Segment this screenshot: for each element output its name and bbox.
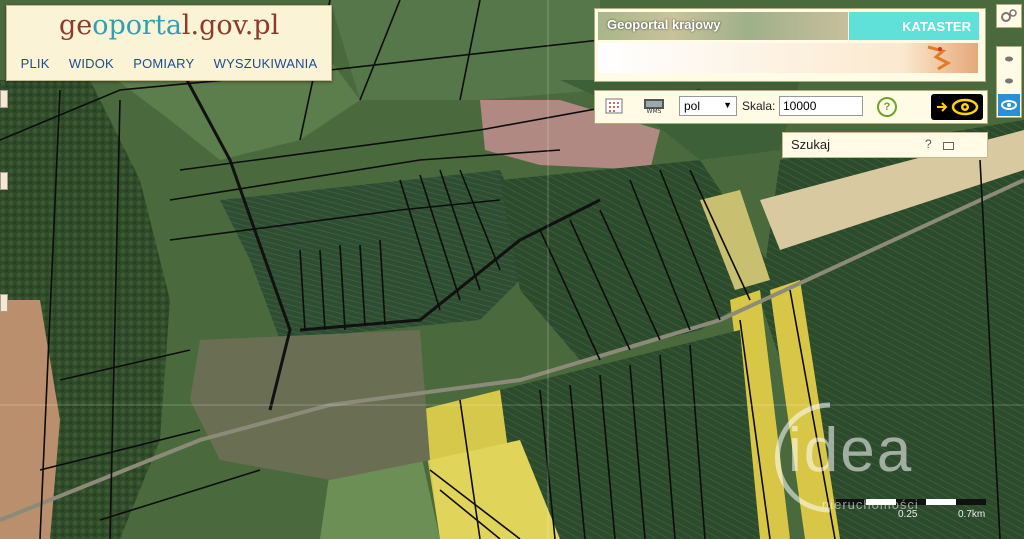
logo[interactable]: geoportal.gov.pl bbox=[59, 10, 279, 41]
pan-left-top[interactable] bbox=[0, 90, 8, 108]
visibility-toggle-button[interactable] bbox=[931, 94, 983, 120]
kataster-tab[interactable]: KATASTER bbox=[849, 12, 979, 40]
overview-strip bbox=[598, 43, 978, 73]
logo-accent-letter: oporta bbox=[92, 10, 182, 41]
overview-title: Geoportal krajowy bbox=[607, 17, 721, 32]
watermark: idea nieruchomości bbox=[770, 385, 1020, 535]
menu-item-plik[interactable]: PLIK bbox=[21, 56, 50, 71]
minimize-icon[interactable] bbox=[943, 142, 954, 150]
menu-item-pomiary[interactable]: POMIARY bbox=[133, 56, 194, 71]
kataster-label: KATASTER bbox=[902, 19, 971, 34]
main-menu: PLIK WIDOK POMIARY WYSZUKIWANIA bbox=[7, 56, 331, 71]
overview-panel[interactable]: Geoportal krajowy KATASTER bbox=[594, 8, 986, 82]
settings-button[interactable] bbox=[996, 4, 1022, 28]
logo-panel: geoportal.gov.pl PLIK WIDOK POMIARY WYSZ… bbox=[6, 5, 332, 81]
right-controls bbox=[996, 4, 1022, 124]
watermark-word: idea bbox=[788, 416, 914, 485]
crs-select-value: pol bbox=[684, 99, 701, 113]
eye-icon bbox=[937, 98, 979, 116]
layers-icon bbox=[998, 56, 1020, 116]
logo-text: geoportal.gov.pl bbox=[59, 10, 280, 41]
menu-item-wyszukiwania[interactable]: WYSZUKIWANIA bbox=[214, 56, 318, 71]
wms-icon[interactable]: WMS bbox=[643, 98, 665, 114]
pan-left-bottom[interactable] bbox=[0, 294, 8, 312]
watermark-subtitle: nieruchomości bbox=[822, 497, 919, 512]
scale-input[interactable]: 10000 bbox=[779, 96, 863, 116]
search-panel[interactable]: Szukaj ? bbox=[782, 132, 988, 158]
search-label: Szukaj bbox=[791, 137, 831, 152]
grid-icon[interactable] bbox=[605, 98, 623, 114]
overview-strip-graphic bbox=[927, 45, 952, 71]
layers-panel-button[interactable] bbox=[996, 46, 1022, 118]
search-help-icon[interactable]: ? bbox=[925, 137, 932, 151]
svg-text:WMS: WMS bbox=[647, 108, 662, 114]
help-icon[interactable]: ? bbox=[877, 97, 897, 117]
chevron-down-icon: ▼ bbox=[723, 100, 732, 110]
gear-icon bbox=[1001, 9, 1017, 22]
pan-left-middle[interactable] bbox=[0, 172, 8, 190]
scale-label: Skala: bbox=[742, 99, 776, 113]
menu-item-widok[interactable]: WIDOK bbox=[69, 56, 114, 71]
map-toolbar: WMS pol ▼ Skala: 10000 ? bbox=[594, 90, 988, 124]
crs-select[interactable]: pol ▼ bbox=[679, 96, 737, 116]
